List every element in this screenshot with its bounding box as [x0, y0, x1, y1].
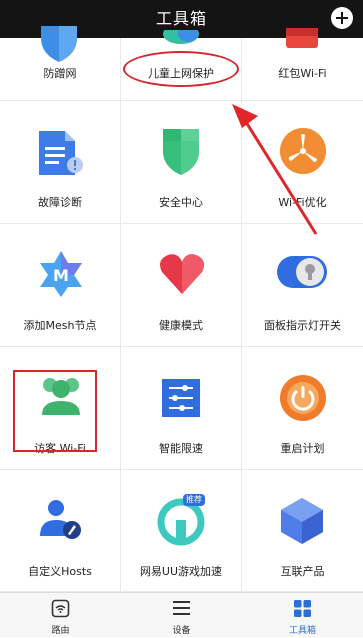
highlight-ellipse [123, 51, 239, 87]
tool-connected-products[interactable]: 互联产品 [242, 470, 363, 592]
recommend-badge: 推荐 [183, 494, 205, 506]
tab-toolbox[interactable]: 工具箱 [242, 593, 363, 638]
svg-text:M: M [53, 266, 69, 285]
tool-security-center[interactable]: 安全中心 [121, 101, 242, 224]
tab-router[interactable]: 路由 [0, 593, 121, 638]
tab-label: 设备 [172, 626, 191, 636]
diagnose-doc-icon [39, 131, 83, 175]
plus-icon[interactable] [331, 7, 353, 29]
security-shield-icon [163, 129, 199, 175]
arrow-icon [232, 104, 318, 235]
toggle-bulb-icon [277, 256, 327, 288]
tab-devices[interactable]: 设备 [121, 593, 242, 638]
tool-label: 网易UU游戏加速 [139, 565, 223, 578]
tool-label: 自定义Hosts [28, 565, 92, 578]
tool-label: 重启计划 [280, 442, 325, 455]
tab-bar: 路由 设备 工具箱 [0, 592, 363, 637]
tool-add-mesh-node[interactable]: M 添加Mesh节点 [0, 224, 121, 347]
tool-uu-game-accel[interactable]: 推荐 网易UU游戏加速 [121, 470, 242, 592]
tab-label: 工具箱 [288, 626, 316, 636]
sliders-icon [162, 379, 200, 417]
tool-label: 添加Mesh节点 [23, 319, 97, 332]
router-icon [51, 599, 70, 618]
grid-icon [294, 600, 311, 617]
tool-label: 故障诊断 [38, 196, 82, 209]
cube-icon [281, 498, 323, 544]
tool-fault-diagnosis[interactable]: 故障诊断 [0, 101, 121, 224]
shield-icon [41, 26, 77, 62]
tool-smart-speed-limit[interactable]: 智能限速 [121, 347, 242, 470]
tool-reboot-schedule[interactable]: 重启计划 [242, 347, 363, 470]
tab-label: 路由 [51, 626, 70, 636]
tool-label: 健康模式 [159, 319, 203, 332]
tool-label: 面板指示灯开关 [264, 319, 341, 332]
tool-label: 防蹭网 [43, 67, 77, 80]
heart-icon [160, 254, 204, 294]
child-protect-icon [163, 30, 199, 44]
highlight-box [13, 370, 97, 452]
user-edit-icon [40, 500, 81, 539]
power-icon [280, 375, 326, 421]
tool-label: 互联产品 [280, 565, 325, 578]
tool-red-packet-wifi[interactable]: 红包Wi-Fi [242, 28, 363, 101]
tool-label: 红包Wi-Fi [278, 67, 327, 80]
tool-anti-rub-net[interactable]: 防蹭网 [0, 26, 121, 101]
menu-icon [173, 601, 190, 615]
red-packet-icon [286, 28, 318, 48]
tool-label: 安全中心 [159, 196, 203, 209]
tool-label: 智能限速 [159, 442, 203, 455]
tool-panel-light-switch[interactable]: 面板指示灯开关 [242, 224, 363, 347]
tool-custom-hosts[interactable]: 自定义Hosts [0, 470, 121, 592]
tool-health-mode[interactable]: 健康模式 [121, 224, 242, 347]
mesh-star-icon: M [40, 251, 82, 297]
